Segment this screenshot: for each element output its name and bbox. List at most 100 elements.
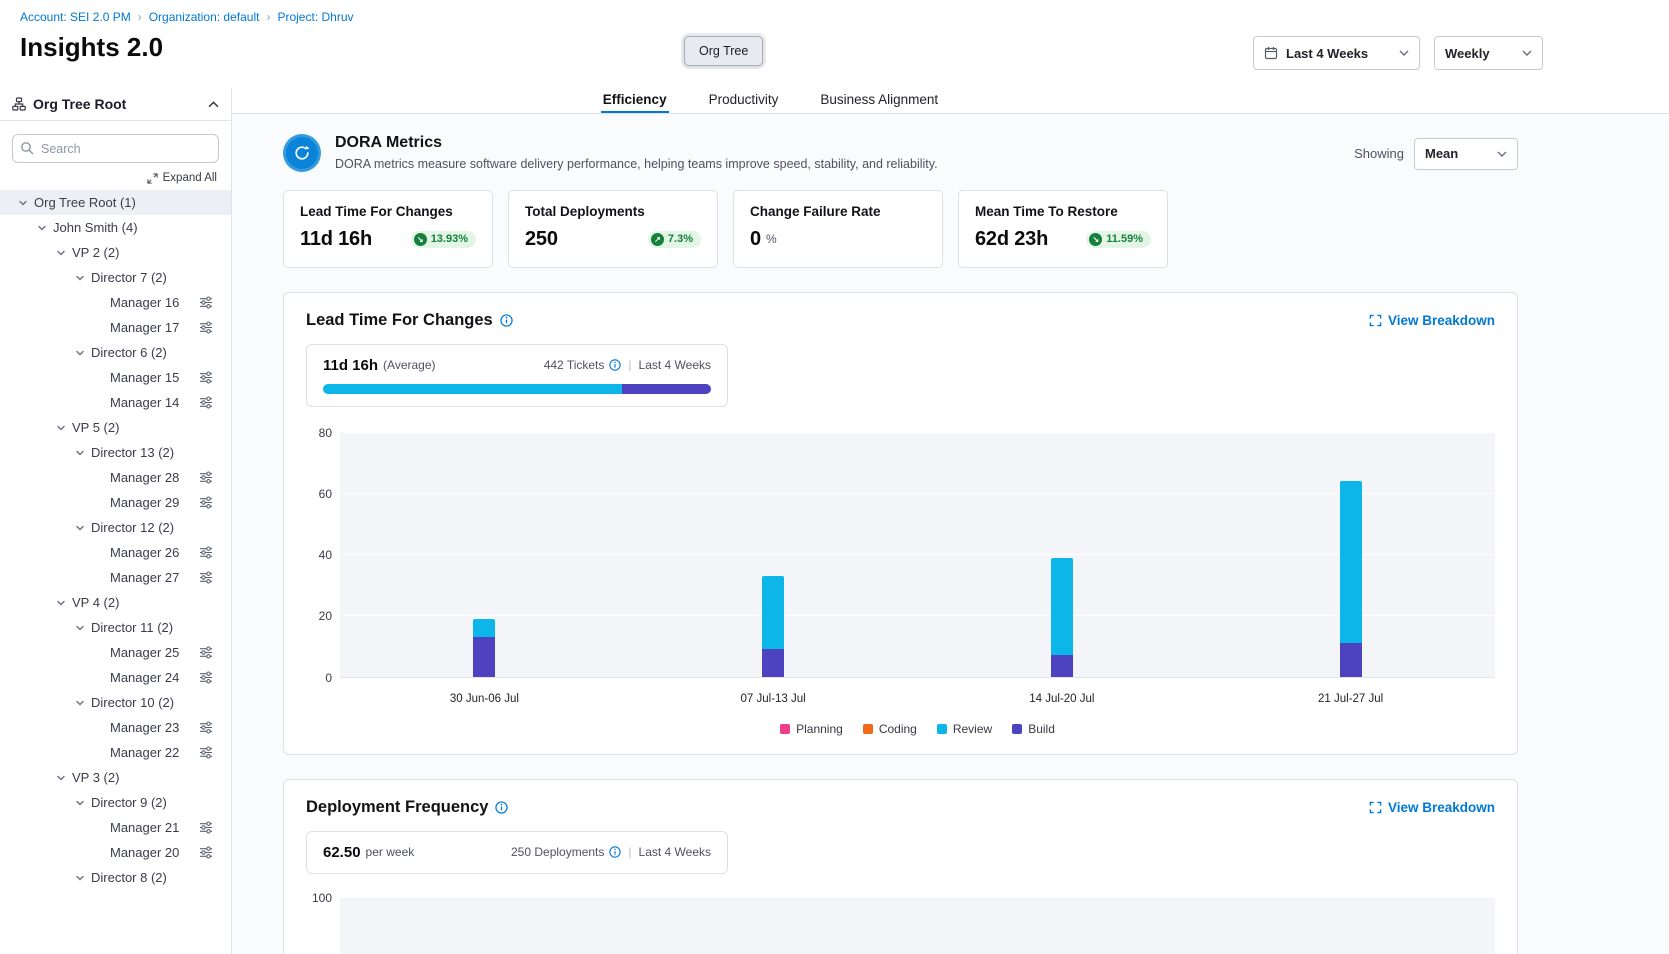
chevron-down-icon[interactable] [73, 448, 87, 458]
chevron-down-icon [1522, 50, 1532, 56]
header-controls: Last 4 Weeks Weekly [1253, 36, 1543, 70]
bar-segment-review [1051, 558, 1073, 656]
tree-item[interactable]: Manager 28 [0, 465, 231, 490]
chevron-down-icon[interactable] [54, 248, 68, 258]
lead-time-card-header: Lead Time For Changes View Breakdown [306, 311, 1495, 330]
filter-sliders-icon[interactable] [199, 546, 213, 562]
tree-item[interactable]: Director 7 (2) [0, 265, 231, 290]
tree-item[interactable]: Director 9 (2) [0, 790, 231, 815]
gridline [340, 554, 1495, 555]
tree-item-label: Manager 23 [110, 720, 179, 735]
tree-item[interactable]: VP 5 (2) [0, 415, 231, 440]
legend-item-coding[interactable]: Coding [863, 722, 917, 736]
trend-badge: ↗7.3% [648, 231, 701, 248]
tab-efficiency[interactable]: Efficiency [601, 88, 669, 113]
lead-time-chart: 020406080 30 Jun-06 Jul07 Jul-13 Jul14 J… [306, 433, 1495, 736]
chevron-down-icon[interactable] [54, 773, 68, 783]
metric-card-1: Total Deployments250↗7.3% [508, 190, 718, 268]
granularity-select[interactable]: Weekly [1434, 36, 1543, 70]
tree-item[interactable]: VP 2 (2) [0, 240, 231, 265]
chevron-down-icon[interactable] [73, 623, 87, 633]
tree-item[interactable]: Manager 23 [0, 715, 231, 740]
tree-item[interactable]: Manager 29 [0, 490, 231, 515]
tree-item[interactable]: Manager 15 [0, 365, 231, 390]
bar-week-2[interactable] [1051, 433, 1073, 677]
lead-time-view-breakdown[interactable]: View Breakdown [1369, 313, 1495, 328]
filter-sliders-icon[interactable] [199, 721, 213, 737]
tree-item-label: Director 7 (2) [91, 270, 167, 285]
tree-item[interactable]: Manager 24 [0, 665, 231, 690]
showing-select[interactable]: Mean [1414, 138, 1518, 170]
tree-item[interactable]: Org Tree Root (1) [0, 190, 231, 215]
bar-week-0[interactable] [473, 433, 495, 677]
collapse-chevron-up-icon[interactable] [208, 101, 219, 108]
filter-sliders-icon[interactable] [199, 396, 213, 412]
tree-item-label: Director 6 (2) [91, 345, 167, 360]
filter-sliders-icon[interactable] [199, 321, 213, 337]
metric-card-value: 11d 16h [300, 228, 372, 251]
filter-sliders-icon[interactable] [199, 471, 213, 487]
chevron-down-icon[interactable] [73, 698, 87, 708]
tree-item-label: Manager 28 [110, 470, 179, 485]
legend-item-build[interactable]: Build [1012, 722, 1055, 736]
filter-sliders-icon[interactable] [199, 746, 213, 762]
chevron-down-icon[interactable] [73, 348, 87, 358]
tree-item[interactable]: Director 13 (2) [0, 440, 231, 465]
chevron-down-icon[interactable] [73, 873, 87, 883]
tree-item[interactable]: Manager 25 [0, 640, 231, 665]
filter-sliders-icon[interactable] [199, 371, 213, 387]
legend-item-planning[interactable]: Planning [780, 722, 843, 736]
tree-item[interactable]: VP 4 (2) [0, 590, 231, 615]
info-icon[interactable] [495, 801, 508, 814]
filter-sliders-icon[interactable] [199, 496, 213, 512]
date-range-select[interactable]: Last 4 Weeks [1253, 36, 1420, 70]
tab-productivity[interactable]: Productivity [707, 88, 781, 113]
tree-item[interactable]: Director 10 (2) [0, 690, 231, 715]
tree-item[interactable]: Manager 22 [0, 740, 231, 765]
filter-sliders-icon[interactable] [199, 571, 213, 587]
tree-item[interactable]: John Smith (4) [0, 215, 231, 240]
bar-week-3[interactable] [1340, 433, 1362, 677]
tree-item[interactable]: Manager 27 [0, 565, 231, 590]
tree-item[interactable]: Manager 20 [0, 840, 231, 865]
deployment-view-breakdown[interactable]: View Breakdown [1369, 800, 1495, 815]
breadcrumb-link[interactable]: Project: Dhruv [277, 10, 353, 24]
filter-sliders-icon[interactable] [199, 846, 213, 862]
chevron-down-icon[interactable] [54, 598, 68, 608]
org-tree-button[interactable]: Org Tree [684, 36, 763, 66]
expand-all-button[interactable]: Expand All [0, 172, 217, 184]
filter-sliders-icon[interactable] [199, 646, 213, 662]
chevron-down-icon[interactable] [35, 223, 49, 233]
tree-item[interactable]: Manager 17 [0, 315, 231, 340]
bar-week-1[interactable] [762, 433, 784, 677]
filter-sliders-icon[interactable] [199, 296, 213, 312]
search-input[interactable] [12, 134, 219, 163]
tree-item[interactable]: Manager 16 [0, 290, 231, 315]
metric-card-label: Total Deployments [525, 204, 701, 219]
tree-item[interactable]: VP 3 (2) [0, 765, 231, 790]
tree-item[interactable]: Director 12 (2) [0, 515, 231, 540]
tree-item[interactable]: Manager 21 [0, 815, 231, 840]
chevron-down-icon[interactable] [73, 273, 87, 283]
chevron-down-icon[interactable] [73, 798, 87, 808]
chevron-down-icon[interactable] [16, 198, 30, 208]
view-breakdown-label: View Breakdown [1388, 800, 1495, 815]
info-icon[interactable] [609, 846, 621, 858]
tree-item[interactable]: Director 11 (2) [0, 615, 231, 640]
legend-item-review[interactable]: Review [937, 722, 992, 736]
tree-item[interactable]: Manager 14 [0, 390, 231, 415]
org-tree: Org Tree Root (1) John Smith (4) VP 2 (2… [0, 190, 231, 890]
breadcrumb-link[interactable]: Account: SEI 2.0 PM [20, 10, 131, 24]
info-icon[interactable] [609, 359, 621, 371]
tree-item[interactable]: Director 8 (2) [0, 865, 231, 890]
filter-sliders-icon[interactable] [199, 821, 213, 837]
filter-sliders-icon[interactable] [199, 671, 213, 687]
breadcrumb-link[interactable]: Organization: default [149, 10, 260, 24]
dora-sync-icon [283, 134, 321, 172]
chevron-down-icon[interactable] [73, 523, 87, 533]
tree-item[interactable]: Director 6 (2) [0, 340, 231, 365]
tree-item[interactable]: Manager 26 [0, 540, 231, 565]
info-icon[interactable] [500, 314, 513, 327]
tab-business-alignment[interactable]: Business Alignment [818, 88, 940, 113]
chevron-down-icon[interactable] [54, 423, 68, 433]
